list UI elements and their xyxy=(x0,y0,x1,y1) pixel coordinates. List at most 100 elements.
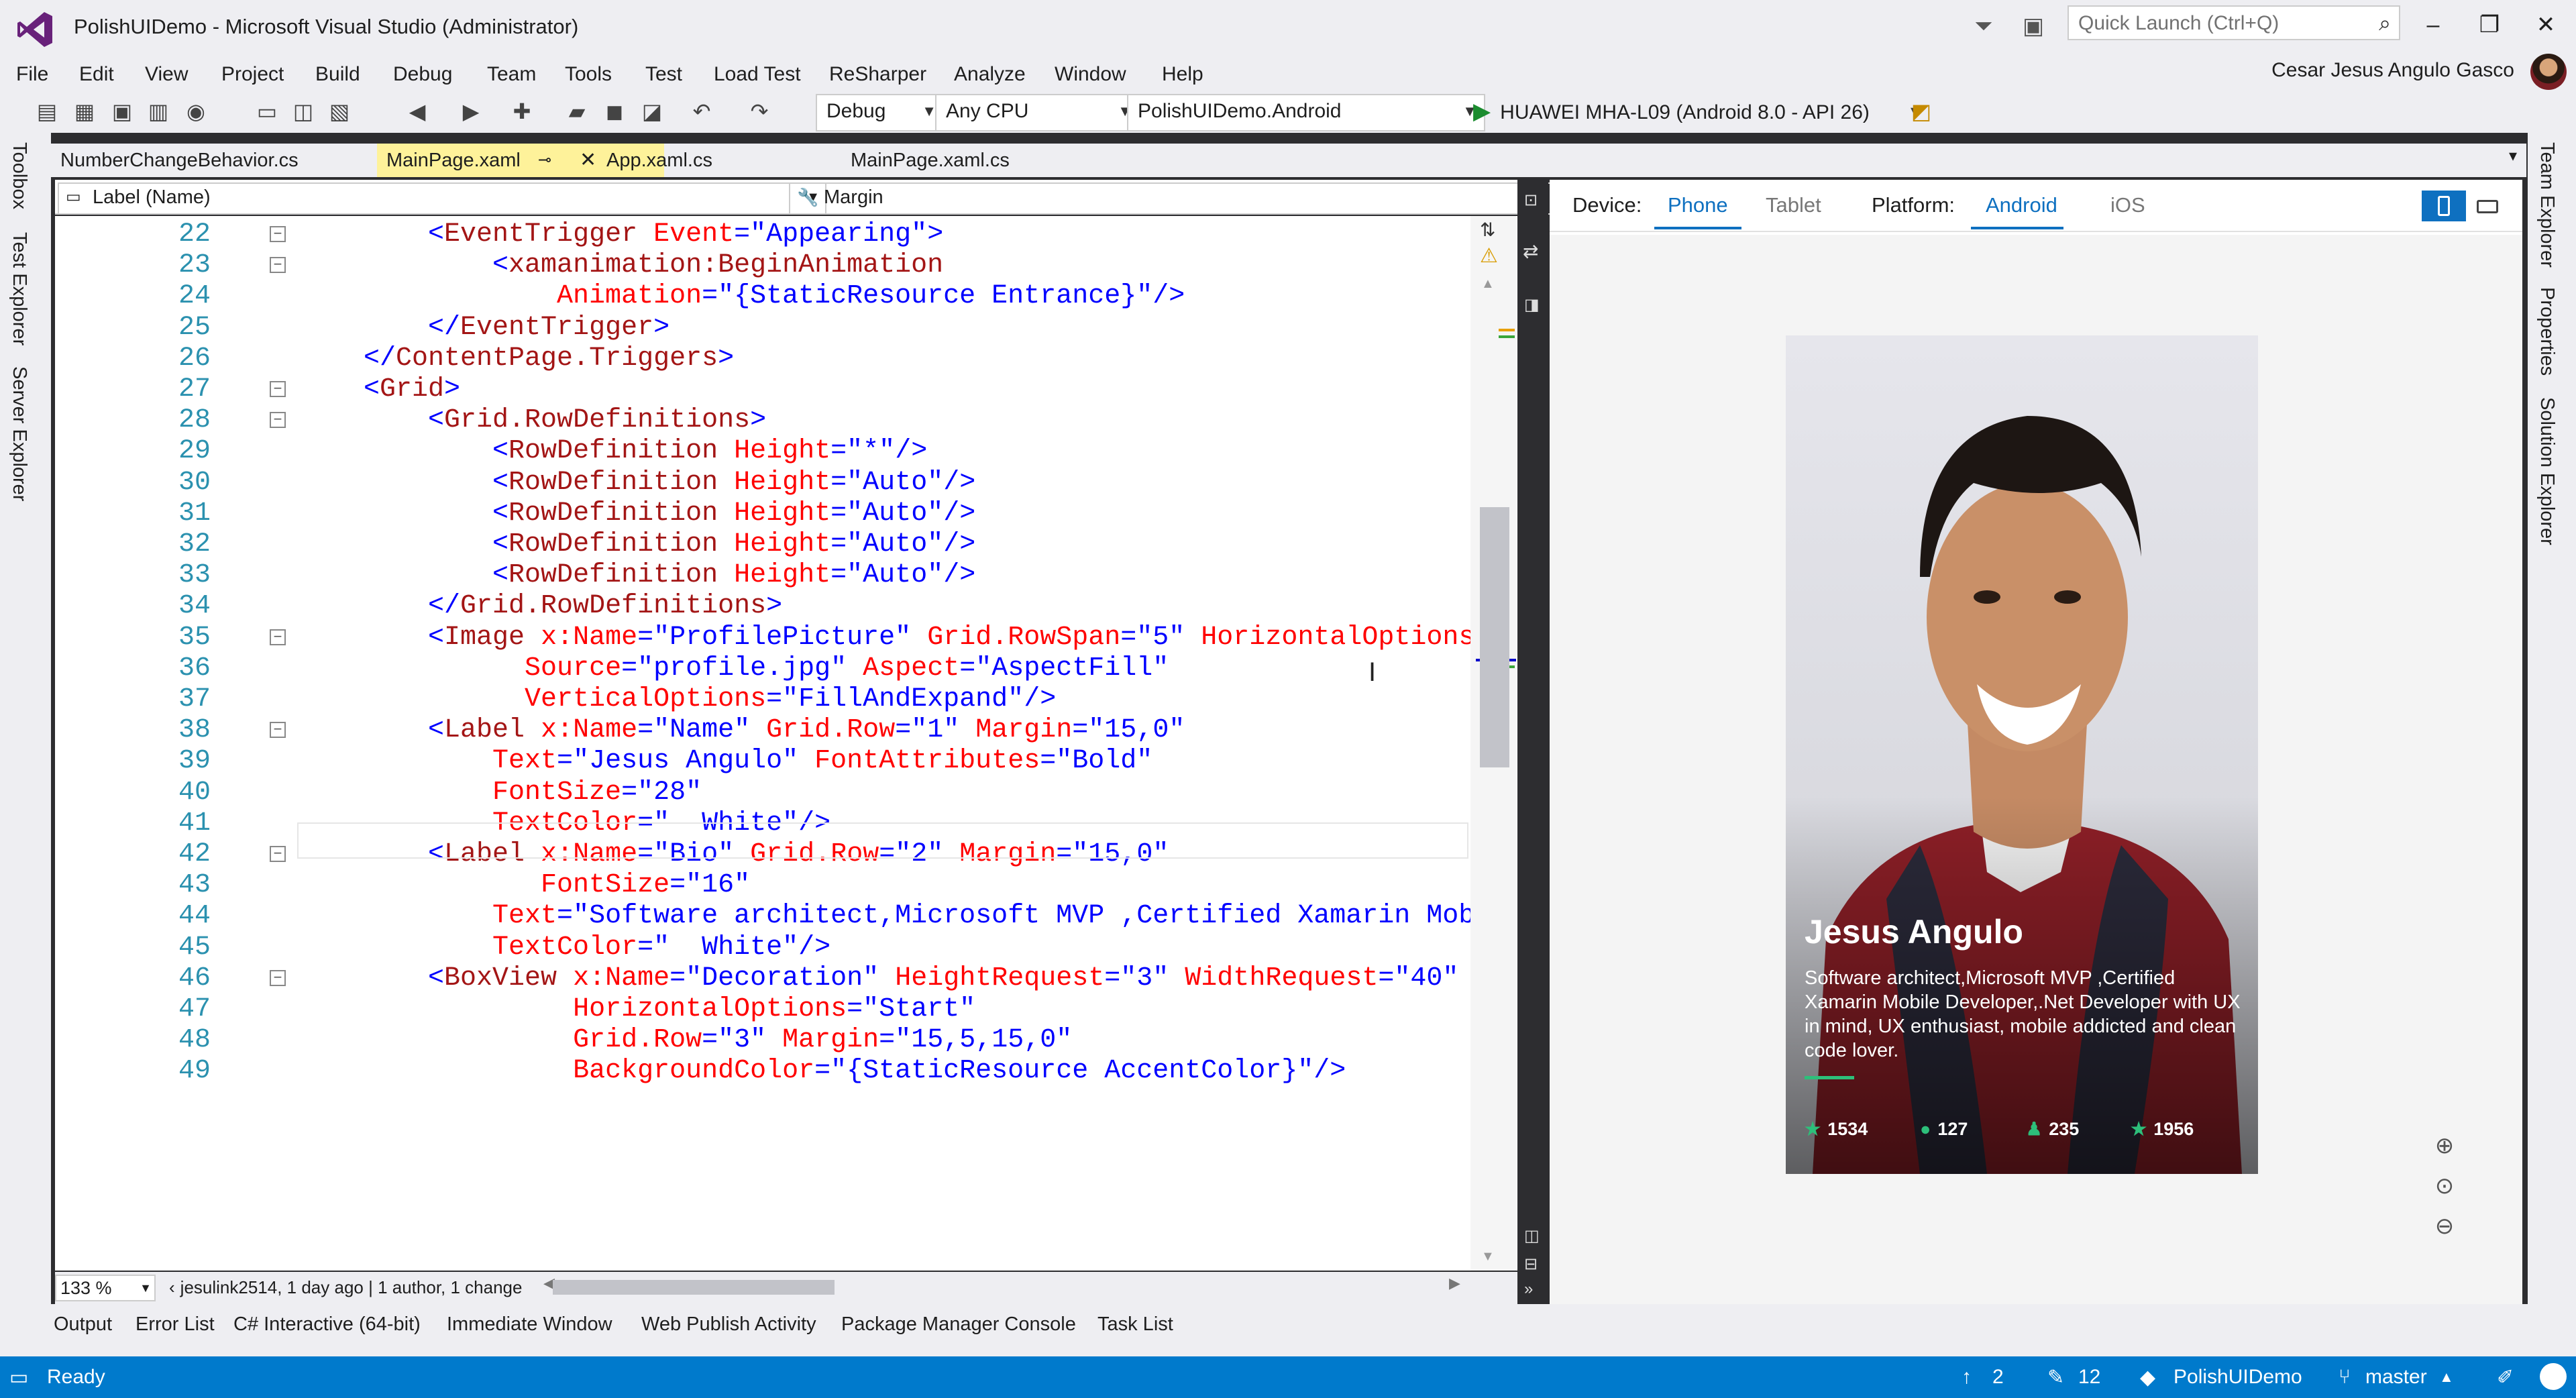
platform-ios[interactable]: iOS xyxy=(2110,193,2145,217)
collapse-region-icon[interactable]: − xyxy=(270,969,286,986)
menu-analyze[interactable]: Analyze xyxy=(954,58,1026,91)
editor-scroll-thumb[interactable] xyxy=(1480,507,1509,767)
pending-changes-icon[interactable]: ✎ xyxy=(2047,1366,2064,1389)
tab-numberchangebehavior[interactable]: NumberChangeBehavior.cs xyxy=(51,144,392,177)
close-button[interactable]: ✕ xyxy=(2522,8,2569,42)
platform-android[interactable]: Android xyxy=(1986,193,2057,217)
team-explorer-tab[interactable]: Team Explorer xyxy=(2536,142,2558,268)
redo-icon[interactable]: ↷ xyxy=(745,97,774,126)
menu-debug[interactable]: Debug xyxy=(393,58,452,91)
minimize-button[interactable]: – xyxy=(2410,8,2457,42)
menu-project[interactable]: Project xyxy=(221,58,284,91)
collapse-pane-icon[interactable]: ⊡ xyxy=(1524,191,1538,210)
live-share-icon[interactable]: ✐ xyxy=(2497,1366,2514,1389)
open-folder-icon[interactable]: ▰ xyxy=(562,97,592,126)
pin-icon[interactable]: ⊸ xyxy=(538,144,551,177)
menu-test[interactable]: Test xyxy=(645,58,682,91)
solution-platform-select[interactable]: Any CPU ▼ xyxy=(935,94,1140,131)
save-icon[interactable]: ◼ xyxy=(600,97,629,126)
window-icon[interactable]: ◫ xyxy=(288,97,318,126)
startup-project-select[interactable]: PolishUIDemo.Android ▼ xyxy=(1127,94,1485,131)
collapse-region-icon[interactable]: − xyxy=(270,846,286,862)
designer-splitter[interactable]: ⊡ ⇄ ◨ ◫ ⊟ » xyxy=(1517,180,1548,1304)
tab-overflow-icon[interactable]: ▾ xyxy=(2509,146,2517,166)
code-line[interactable]: 49 BackgroundColor="{StaticResource Acce… xyxy=(55,1053,1470,1090)
device-manager-icon[interactable]: ▥ xyxy=(144,97,173,126)
zoom-in-button[interactable]: ⊕ xyxy=(2426,1127,2463,1165)
menu-view[interactable]: View xyxy=(145,58,188,91)
solution-explorer-tab[interactable]: Solution Explorer xyxy=(2536,397,2558,545)
device-phone[interactable]: Phone xyxy=(1668,193,1728,217)
portrait-orientation-button[interactable] xyxy=(2422,191,2466,221)
element-select[interactable]: ▭ Label (Name) ▼ xyxy=(58,182,826,215)
console-icon[interactable]: ▣ xyxy=(107,97,137,126)
feedback-icon[interactable]: ▣ xyxy=(2017,9,2050,43)
repository-name[interactable]: PolishUIDemo xyxy=(2174,1366,2302,1389)
scroll-up-icon[interactable]: ▲ xyxy=(1481,276,1495,292)
scroll-down-icon[interactable]: ▼ xyxy=(1481,1249,1495,1265)
tab-web-publish-activity[interactable]: Web Publish Activity xyxy=(641,1313,816,1336)
zoom-fit-button[interactable]: ⊙ xyxy=(2426,1167,2463,1205)
collapse-region-icon[interactable]: − xyxy=(270,412,286,429)
solution-configuration-select[interactable]: Debug ▼ xyxy=(816,94,945,131)
warning-icon[interactable]: ⚠ xyxy=(1480,244,1498,268)
collapse-region-icon[interactable]: − xyxy=(270,722,286,739)
tab-csharp-interactive[interactable]: C# Interactive (64-bit) xyxy=(233,1313,421,1336)
scroll-right-icon[interactable]: ▶ xyxy=(1449,1275,1460,1292)
server-explorer-tab[interactable]: Server Explorer xyxy=(8,366,30,501)
collapse-region-icon[interactable]: − xyxy=(270,226,286,242)
close-tab-icon[interactable]: ✕ xyxy=(580,144,596,177)
tab-output[interactable]: Output xyxy=(54,1313,112,1336)
save-all-icon[interactable]: ◪ xyxy=(637,97,667,126)
member-select[interactable]: 🔧 Margin ▼ xyxy=(789,182,1555,215)
expand-pane-icon[interactable]: » xyxy=(1524,1280,1533,1299)
collapse-region-icon[interactable]: − xyxy=(270,629,286,645)
editor-horizontal-scroll-thumb[interactable] xyxy=(553,1280,835,1295)
menu-help[interactable]: Help xyxy=(1162,58,1203,91)
split-icon[interactable]: ⇅ xyxy=(1480,219,1495,241)
tab-error-list[interactable]: Error List xyxy=(136,1313,215,1336)
menu-edit[interactable]: Edit xyxy=(79,58,114,91)
menu-build[interactable]: Build xyxy=(315,58,360,91)
tab-mainpage-xaml-cs[interactable]: MainPage.xaml.cs xyxy=(789,144,1155,177)
unpublished-commits-count[interactable]: 2 xyxy=(1992,1366,2004,1389)
codelens-blame[interactable]: ‹ jesulink2514, 1 day ago | 1 author, 1 c… xyxy=(169,1273,522,1301)
menu-load-test[interactable]: Load Test xyxy=(714,58,801,91)
android-sdk-icon[interactable]: ◉ xyxy=(181,97,211,126)
tab-task-list[interactable]: Task List xyxy=(1097,1313,1173,1336)
navigate-back-icon[interactable]: ◀ xyxy=(402,97,432,126)
zoom-select[interactable]: 133 % ▼ xyxy=(55,1275,156,1301)
menu-team[interactable]: Team xyxy=(487,58,536,91)
pending-changes-count[interactable]: 12 xyxy=(2078,1366,2100,1389)
start-debugging-button[interactable]: ▶ HUAWEI MHA-L09 (Android 8.0 - API 26) xyxy=(1473,91,1870,131)
tab-app-xaml-cs[interactable]: App.xaml.cs xyxy=(597,144,804,177)
tab-immediate-window[interactable]: Immediate Window xyxy=(447,1313,612,1336)
monitor-icon[interactable]: ▭ xyxy=(252,97,282,126)
open-icon[interactable]: ▦ xyxy=(70,97,99,126)
branch-menu-icon[interactable]: ▲ xyxy=(2439,1368,2454,1386)
vertical-split-icon[interactable]: ◨ xyxy=(1524,295,1540,315)
layout-icon[interactable]: ▧ xyxy=(325,97,354,126)
test-explorer-tab[interactable]: Test Explorer xyxy=(8,232,30,345)
unpublished-commits-icon[interactable]: ↑ xyxy=(1962,1366,1972,1389)
menu-tools[interactable]: Tools xyxy=(565,58,612,91)
vertical-split-alt-icon[interactable]: ⊟ xyxy=(1524,1254,1538,1274)
swap-panes-icon[interactable]: ⇄ xyxy=(1523,240,1538,262)
account-name[interactable]: Cesar Jesus Angulo Gasco xyxy=(2271,59,2514,82)
new-project-icon[interactable]: ▤ xyxy=(32,97,62,126)
filter-notifications-icon[interactable]: ⏷ xyxy=(1967,9,2000,43)
collapse-region-icon[interactable]: − xyxy=(270,257,286,274)
notifications-avatar[interactable] xyxy=(2540,1363,2567,1390)
collapse-region-icon[interactable]: − xyxy=(270,381,286,397)
zoom-out-button[interactable]: ⊖ xyxy=(2426,1207,2463,1245)
repository-icon[interactable]: ◆ xyxy=(2140,1366,2155,1389)
avatar[interactable] xyxy=(2530,54,2567,90)
code-editor[interactable]: 22− <EventTrigger Event="Appearing"> 23− … xyxy=(55,216,1517,1271)
branch-icon[interactable]: ⑂ xyxy=(2339,1366,2351,1389)
toolbox-tab[interactable]: Toolbox xyxy=(8,142,30,209)
menu-file[interactable]: File xyxy=(16,58,48,91)
navigate-forward-icon[interactable]: ▶ xyxy=(456,97,486,126)
live-player-icon[interactable]: ◩ xyxy=(1907,97,1936,126)
menu-resharper[interactable]: ReSharper xyxy=(829,58,926,91)
menu-window[interactable]: Window xyxy=(1055,58,1126,91)
